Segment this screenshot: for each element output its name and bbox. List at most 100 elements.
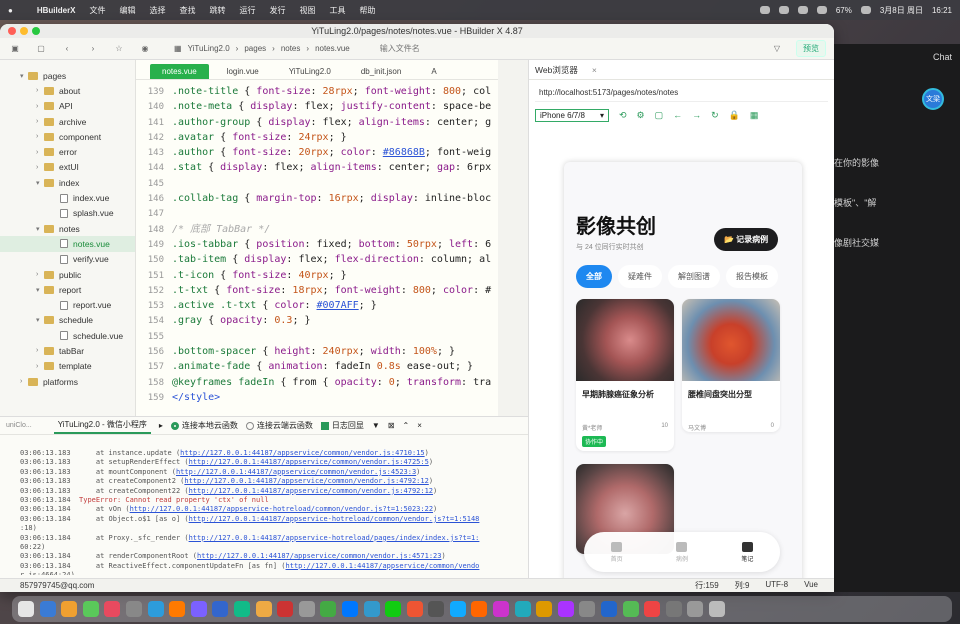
code-line[interactable]: 149 .ios-tabbar { position: fixed; bottom… (136, 237, 498, 252)
new-file-icon[interactable]: ▣ (8, 44, 22, 53)
save-icon[interactable]: ▢ (34, 44, 48, 53)
tab-project[interactable]: YiTuLing2.0 (277, 64, 343, 79)
url-bar[interactable]: http://localhost:5173/pages/notes/notes (535, 84, 828, 102)
tree-item[interactable]: › error (0, 144, 135, 159)
play-icon[interactable]: ▸ (159, 421, 163, 430)
dock-app-icon[interactable] (363, 601, 380, 617)
dock-app-icon[interactable] (190, 601, 207, 617)
maximize-window-icon[interactable] (32, 27, 40, 35)
log-link[interactable]: http://127.0.0.1:44187/appservice-hotrel… (130, 505, 433, 513)
tree-item[interactable]: verify.vue (0, 252, 135, 267)
code-line[interactable]: 142 .avatar { font-size: 24rpx; } (136, 130, 498, 145)
back-icon[interactable]: ‹ (60, 44, 74, 53)
tree-item[interactable]: › public (0, 267, 135, 282)
device-select[interactable]: iPhone 6/7/8 ▾ (535, 108, 609, 122)
dock-app-icon[interactable] (320, 601, 337, 617)
note-card[interactable]: 腰椎间盘突出分型 马文博 0 (682, 299, 780, 432)
dock-app-icon[interactable] (298, 601, 315, 617)
tree-item[interactable]: ▾ index (0, 175, 135, 190)
dock-app-icon[interactable] (471, 601, 488, 617)
log-link[interactable]: http://127.0.0.1:44187/appservice/common… (180, 449, 424, 457)
menu-help[interactable]: 帮助 (360, 5, 376, 16)
log-link[interactable]: http://127.0.0.1:44187/appservice/common… (286, 562, 480, 570)
menu-tools[interactable]: 工具 (330, 5, 346, 16)
log-link[interactable]: http://127.0.0.1:44187/appservice/common… (176, 468, 416, 476)
battery-icon[interactable] (860, 6, 871, 14)
apple-icon[interactable]: ● (8, 6, 13, 15)
code-line[interactable]: 148 /* 底部 TabBar */ (136, 222, 498, 237)
encoding[interactable]: UTF-8 (765, 580, 788, 591)
breadcrumb-item[interactable]: YiTuLing2.0 (188, 44, 230, 53)
clear-icon[interactable]: ⊠ (388, 421, 395, 430)
code-line[interactable]: 152 .t-txt { font-size: 18rpx; font-weigh… (136, 283, 498, 298)
dock-app-icon[interactable] (601, 601, 618, 617)
log-link[interactable]: http://127.0.0.1:44187/appservice/common… (189, 487, 433, 495)
chip-templates[interactable]: 报告模板 (726, 265, 778, 288)
tree-item[interactable]: report.vue (0, 297, 135, 312)
dock-app-icon[interactable] (255, 601, 272, 617)
dock-app-icon[interactable] (622, 601, 639, 617)
dock-app-icon[interactable] (428, 601, 445, 617)
code-editor[interactable]: notes.vue login.vue YiTuLing2.0 db_init.… (136, 60, 498, 416)
dock-app-icon[interactable] (709, 601, 725, 617)
tab-notes-vue[interactable]: notes.vue (150, 64, 209, 79)
dock-app-icon[interactable] (665, 601, 682, 617)
tree-item[interactable]: › archive (0, 114, 135, 129)
tree-item[interactable]: › about (0, 83, 135, 98)
log-link[interactable]: http://127.0.0.1:44187/appservice-hotrel… (189, 534, 480, 542)
tree-item[interactable]: index.vue (0, 190, 135, 205)
tree-item[interactable]: › platforms (0, 374, 135, 389)
status-icon[interactable] (797, 6, 808, 14)
menu-publish[interactable]: 发行 (270, 5, 286, 16)
browser-tab[interactable]: Web浏览器 × (529, 60, 834, 80)
log-link[interactable]: http://127.0.0.1:44187/appservice/common… (197, 552, 441, 560)
code-line[interactable]: 139 .note-title { font-size: 28rpx; font-… (136, 84, 498, 99)
dock-app-icon[interactable] (579, 601, 596, 617)
console-tab[interactable]: YiTuLing2.0 - 微信小程序 (53, 417, 151, 434)
console-left-label[interactable]: uniClo... (6, 422, 32, 429)
tab-cases[interactable]: 病例 (676, 541, 688, 563)
tree-item[interactable]: › tabBar (0, 343, 135, 358)
breadcrumb-item[interactable]: pages (244, 44, 266, 53)
code-line[interactable]: 156 .bottom-spacer { height: 240rpx; widt… (136, 344, 498, 359)
dock-app-icon[interactable] (557, 601, 574, 617)
tree-item[interactable]: ▾ notes (0, 221, 135, 236)
console-log-output[interactable]: 03:06:13.183 at instance.update (http://… (0, 435, 528, 575)
filter-icon[interactable]: ▼ (372, 421, 380, 430)
dock-app-icon[interactable] (125, 601, 142, 617)
tree-item[interactable]: notes.vue (0, 236, 135, 252)
tab-more[interactable]: A (419, 64, 448, 79)
tab-db-init[interactable]: db_init.json (349, 64, 413, 79)
tree-item[interactable]: ▾ schedule (0, 313, 135, 328)
code-line[interactable]: 143 .author { font-size: 20rpx; color: #8… (136, 145, 498, 160)
code-line[interactable]: 157 .animate-fade { animation: fadeIn 0.8… (136, 359, 498, 374)
dock-app-icon[interactable] (687, 601, 704, 617)
dock-app-icon[interactable] (385, 601, 402, 617)
chat-label[interactable]: Chat (933, 52, 952, 62)
dock-app-icon[interactable] (514, 601, 531, 617)
breadcrumb-item[interactable]: notes.vue (315, 44, 350, 53)
code-line[interactable]: 158 @keyframes fadeIn { from { opacity: 0… (136, 375, 498, 390)
tab-login-vue[interactable]: login.vue (215, 64, 271, 79)
dock-app-icon[interactable] (493, 601, 510, 617)
menu-file[interactable]: 文件 (90, 5, 106, 16)
grid-icon[interactable]: ▦ (750, 110, 759, 121)
code-line[interactable]: 154 .gray { opacity: 0.3; } (136, 313, 498, 328)
menu-goto[interactable]: 跳转 (210, 5, 226, 16)
code-line[interactable]: 150 .tab-item { display: flex; flex-direc… (136, 252, 498, 267)
code-line[interactable]: 155 (136, 329, 498, 344)
log-link[interactable]: http://127.0.0.1:44187/appservice/common… (189, 458, 429, 466)
minimize-window-icon[interactable] (20, 27, 28, 35)
tree-item[interactable]: › API (0, 99, 135, 114)
tree-item[interactable]: › extUI (0, 160, 135, 175)
status-icon[interactable] (759, 6, 770, 14)
menubar-time[interactable]: 16:21 (932, 6, 952, 15)
chip-difficult[interactable]: 疑难件 (618, 265, 662, 288)
close-tab-icon[interactable]: × (592, 65, 597, 75)
remote-cloud-option[interactable]: 连接云端云函数 (245, 420, 313, 431)
chip-all[interactable]: 全部 (576, 265, 612, 288)
code-line[interactable]: 140 .note-meta { display: flex; justify-c… (136, 99, 498, 114)
tree-item[interactable]: › template (0, 359, 135, 374)
forward-icon[interactable]: › (86, 44, 100, 53)
log-echo-option[interactable]: 日志回显 (320, 420, 364, 431)
